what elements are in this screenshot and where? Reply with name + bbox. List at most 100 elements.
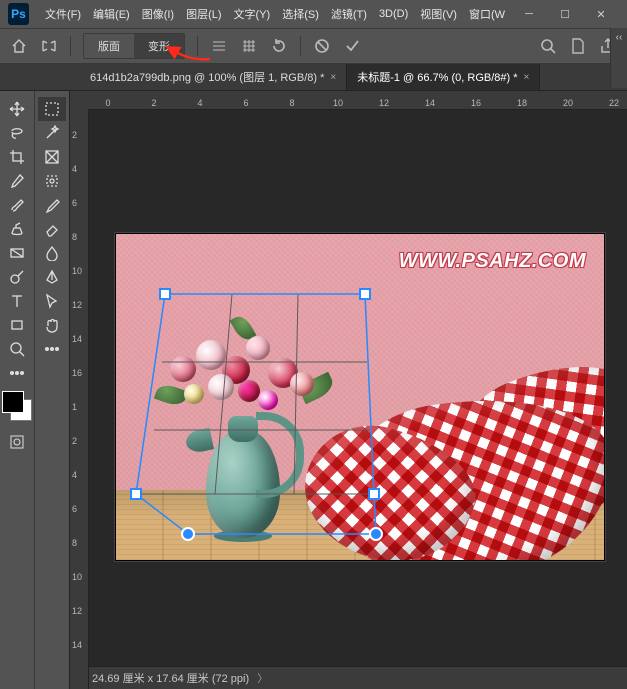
ruler-tick: 10: [72, 266, 82, 276]
ruler-tick: 2: [72, 436, 77, 446]
rectangle-tool[interactable]: [3, 313, 31, 337]
menu-layer[interactable]: 图层(L): [180, 6, 227, 22]
zoom-tool[interactable]: [3, 337, 31, 361]
clone-tool[interactable]: [3, 217, 31, 241]
home-icon[interactable]: [6, 33, 32, 59]
collapsed-right-panel[interactable]: ‹‹: [610, 28, 627, 88]
ruler-tick: 18: [517, 98, 527, 108]
horizontal-ruler: 0 2 4 6 8 10 12 14 16 18 20 22: [70, 91, 627, 110]
menu-3d[interactable]: 3D(D): [373, 8, 414, 20]
tab-doc-2[interactable]: 未标题-1 @ 66.7% (0, RGB/8#) *×: [347, 64, 540, 90]
reset-icon[interactable]: [266, 33, 292, 59]
scene-cloth: [304, 360, 604, 560]
ruler-tick: 2: [72, 130, 77, 140]
hand-tool[interactable]: [38, 313, 66, 337]
crop-tool[interactable]: [3, 145, 31, 169]
ruler-tick: 12: [72, 606, 82, 616]
document-canvas[interactable]: WWW.PSAHZ.COM: [116, 234, 604, 560]
menu-edit[interactable]: 编辑(E): [87, 6, 136, 22]
menu-view[interactable]: 视图(V): [414, 6, 463, 22]
options-bar: 版面 变形: [0, 28, 627, 64]
ruler-tick: 8: [72, 232, 77, 242]
tab-doc-1[interactable]: 614d1b2a799db.png @ 100% (图层 1, RGB/8) *…: [80, 64, 347, 90]
window-controls: ─ ☐ ✕: [511, 4, 619, 24]
move-tool[interactable]: [3, 97, 31, 121]
chevron-right-icon[interactable]: 〉: [257, 670, 268, 686]
ruler-tick: 8: [72, 538, 77, 548]
separator: [300, 36, 301, 56]
separator: [197, 36, 198, 56]
marquee-tool[interactable]: [38, 97, 66, 121]
wand-tool[interactable]: [38, 121, 66, 145]
menu-filter[interactable]: 滤镜(T): [325, 6, 373, 22]
ruler-tick: 6: [72, 198, 77, 208]
ruler-tick: 12: [72, 300, 82, 310]
more-tools[interactable]: [3, 361, 31, 385]
menu-select[interactable]: 选择(S): [276, 6, 325, 22]
healing-tool[interactable]: [38, 169, 66, 193]
lasso-tool[interactable]: [3, 121, 31, 145]
ruler-tick: 2: [151, 98, 156, 108]
menu-image[interactable]: 图像(I): [136, 6, 180, 22]
ruler-tick: 10: [333, 98, 343, 108]
eraser-tool[interactable]: [38, 217, 66, 241]
eyedropper-tool[interactable]: [3, 169, 31, 193]
pen-tool[interactable]: [38, 265, 66, 289]
cancel-icon[interactable]: [309, 33, 335, 59]
type-tool[interactable]: [3, 289, 31, 313]
ruler-tick: 16: [471, 98, 481, 108]
grid-icon[interactable]: [236, 33, 262, 59]
ruler-tick: 1: [72, 402, 77, 412]
foreground-color[interactable]: [2, 391, 24, 413]
brush-tool[interactable]: [3, 193, 31, 217]
ruler-tick: 4: [72, 164, 77, 174]
close-icon[interactable]: ×: [330, 72, 336, 83]
app-logo: Ps: [8, 3, 29, 25]
vertical-ruler: 2 4 6 8 10 12 14 16 1 2 4 6 8 10 12 14: [70, 109, 89, 689]
separator: [70, 36, 71, 56]
maximize-button[interactable]: ☐: [547, 4, 583, 24]
edit-toolbar[interactable]: [38, 337, 66, 361]
close-icon[interactable]: ×: [524, 72, 530, 83]
commit-icon[interactable]: [339, 33, 365, 59]
close-button[interactable]: ✕: [583, 4, 619, 24]
ruler-tick: 20: [563, 98, 573, 108]
ruler-tick: 0: [105, 98, 110, 108]
menu-file[interactable]: 文件(F): [39, 6, 87, 22]
ruler-tick: 14: [425, 98, 435, 108]
ruler-tick: 8: [289, 98, 294, 108]
quick-mask-toggle[interactable]: [6, 431, 28, 453]
scene-bouquet: [150, 316, 340, 436]
color-swatches[interactable]: [2, 391, 32, 421]
menu-window[interactable]: 窗口(W: [463, 6, 511, 22]
document-dimensions: 24.69 厘米 x 17.64 厘米 (72 ppi): [92, 670, 249, 686]
ruler-tick: 14: [72, 334, 82, 344]
chevron-left-icon: ‹‹: [616, 32, 623, 43]
tab-label: 614d1b2a799db.png @ 100% (图层 1, RGB/8) *: [90, 69, 324, 85]
doc-icon[interactable]: [565, 33, 591, 59]
minimize-button[interactable]: ─: [511, 4, 547, 24]
search-icon[interactable]: [535, 33, 561, 59]
dodge-tool[interactable]: [3, 265, 31, 289]
ruler-tick: 4: [72, 470, 77, 480]
history-brush-tool[interactable]: [38, 193, 66, 217]
document-view: 0 2 4 6 8 10 12 14 16 18 20 22 2 4 6 8 1…: [70, 91, 627, 689]
ruler-tick: 6: [243, 98, 248, 108]
frame-tool[interactable]: [38, 145, 66, 169]
status-bar: 24.69 厘米 x 17.64 厘米 (72 ppi) 〉: [70, 666, 627, 689]
photoshop-window: Ps 文件(F) 编辑(E) 图像(I) 图层(L) 文字(Y) 选择(S) 滤…: [0, 0, 627, 689]
menu-type[interactable]: 文字(Y): [228, 6, 277, 22]
mode-layout[interactable]: 版面: [84, 34, 134, 58]
transform-icon[interactable]: [36, 33, 62, 59]
ruler-tick: 10: [72, 572, 82, 582]
mode-warp[interactable]: 变形: [134, 34, 184, 58]
gradient-tool[interactable]: [3, 241, 31, 265]
ruler-tick: 6: [72, 504, 77, 514]
hmenu-icon[interactable]: [206, 33, 232, 59]
canvas-area[interactable]: WWW.PSAHZ.COM: [88, 110, 627, 666]
blur-tool[interactable]: [38, 241, 66, 265]
document-tabs: 614d1b2a799db.png @ 100% (图层 1, RGB/8) *…: [0, 64, 627, 91]
ruler-tick: 4: [197, 98, 202, 108]
tools-column-b: [35, 91, 70, 689]
path-select-tool[interactable]: [38, 289, 66, 313]
